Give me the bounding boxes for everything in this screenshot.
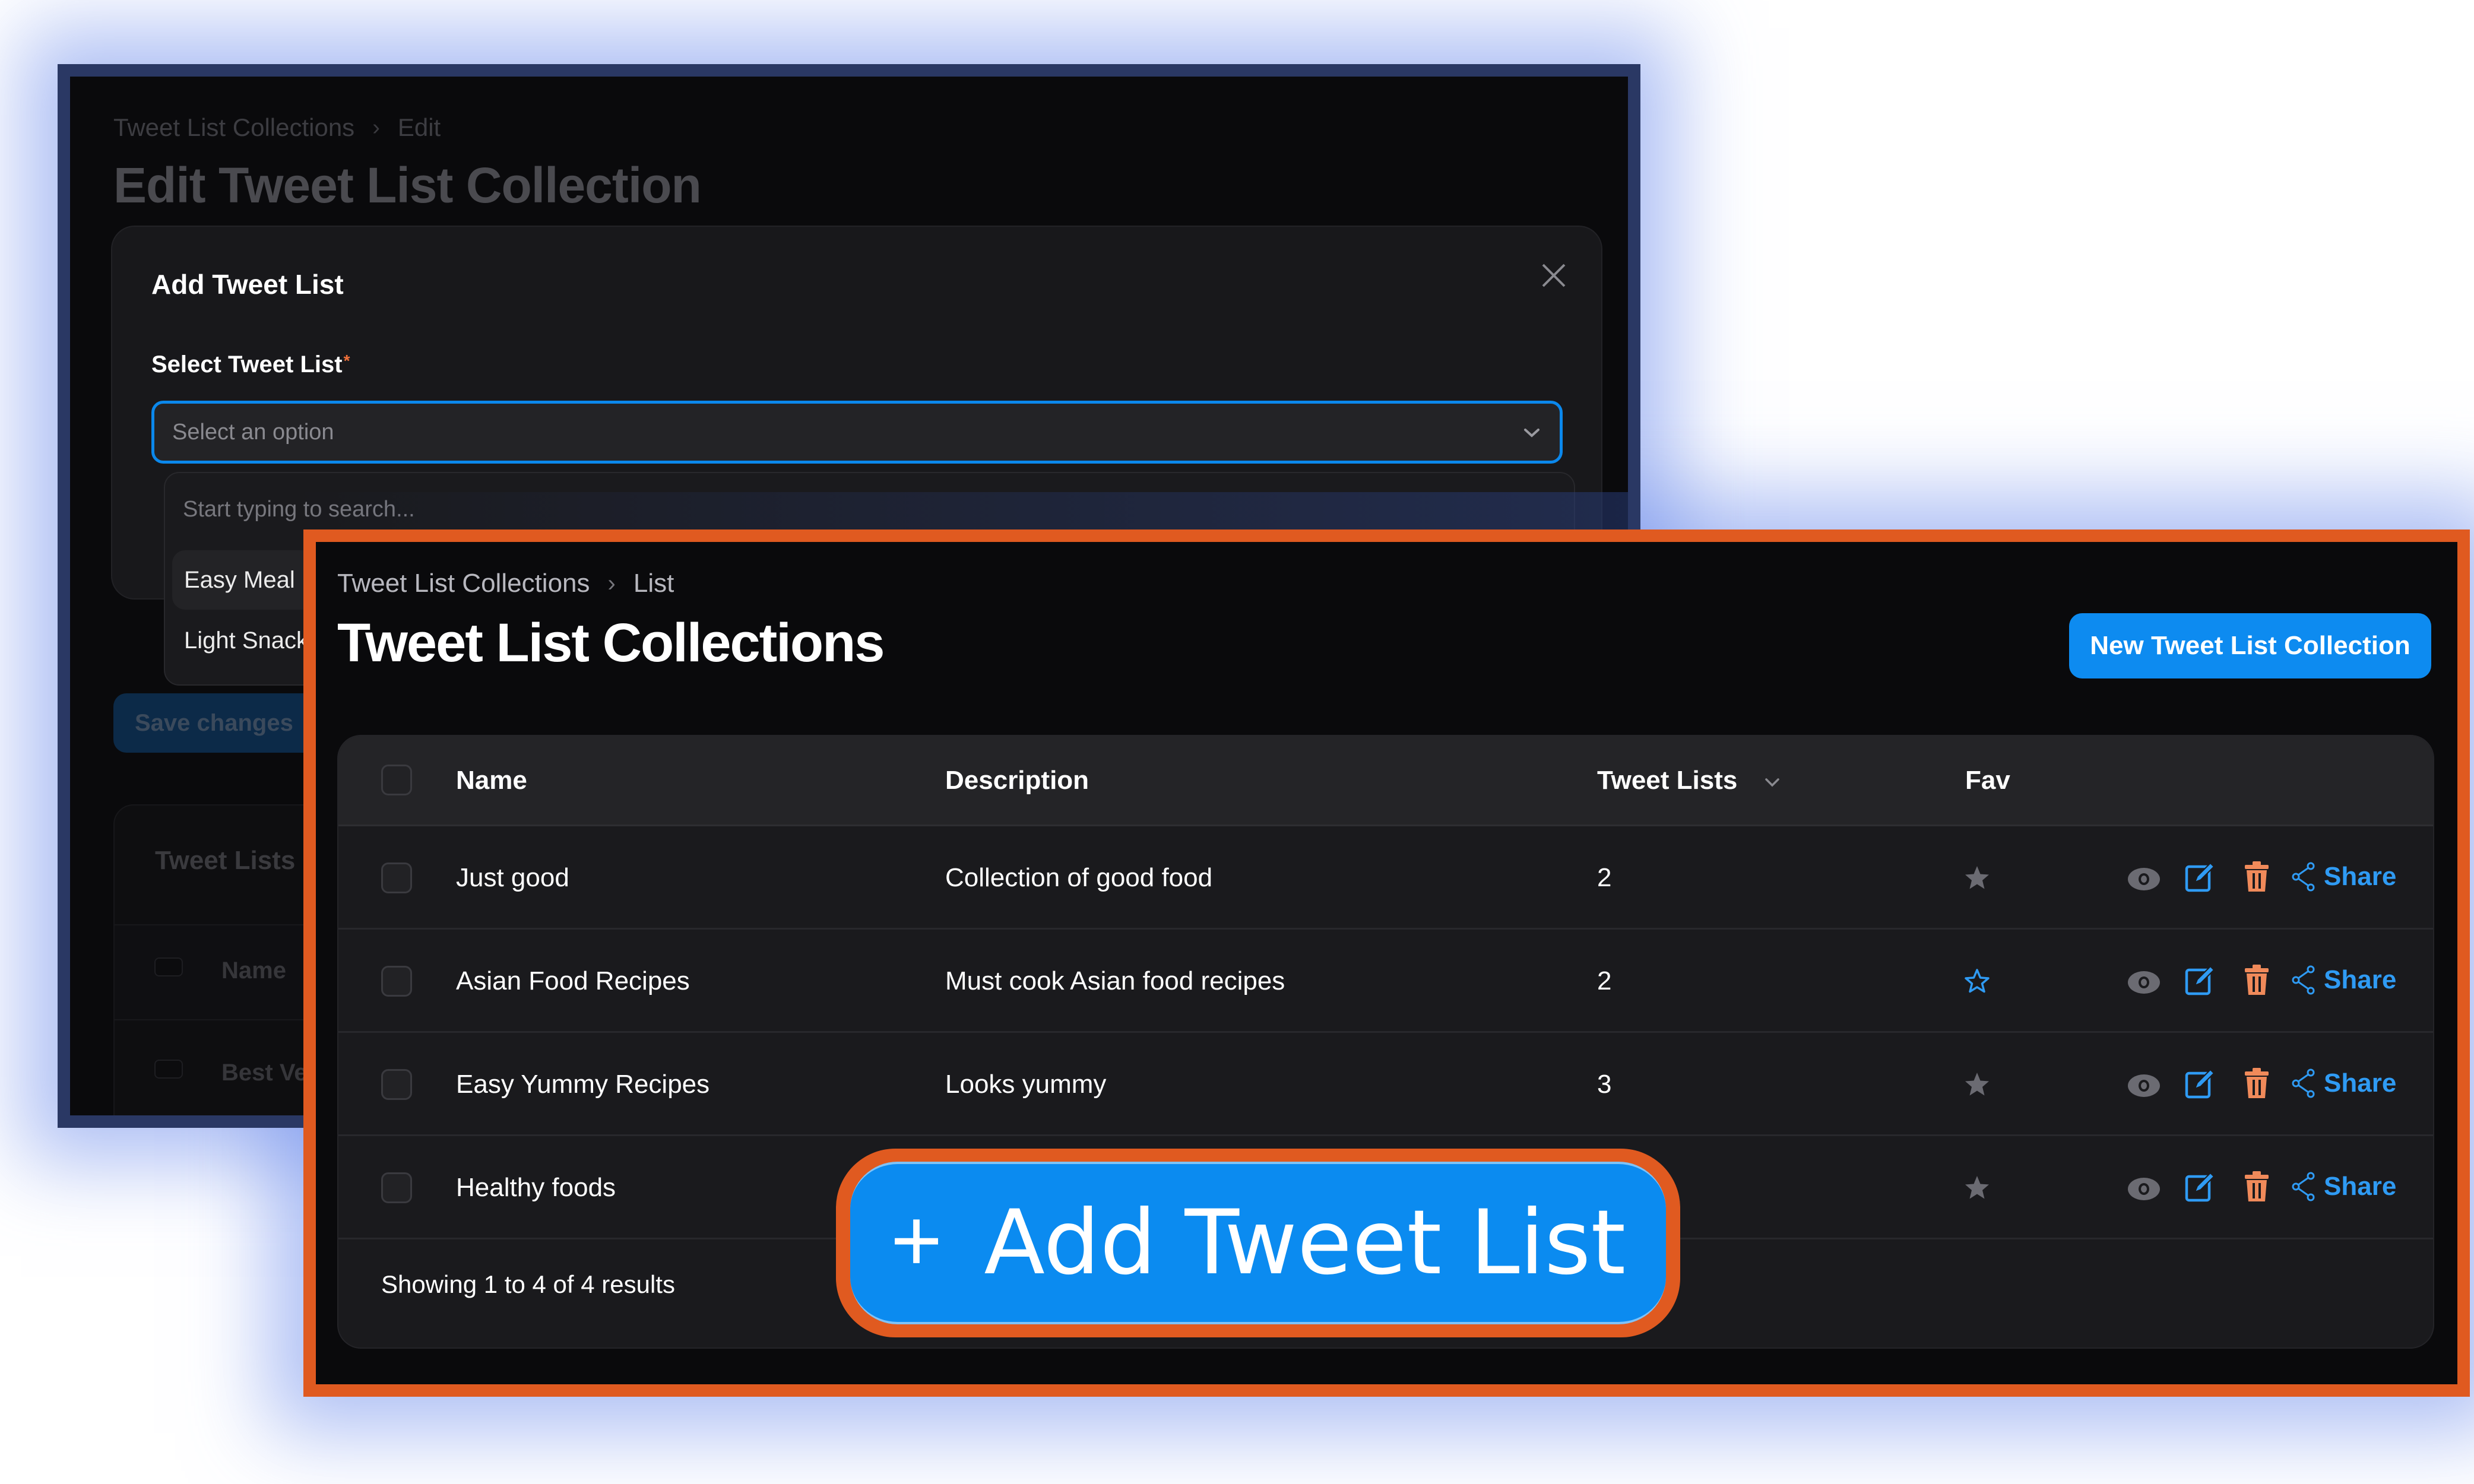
edit-icon[interactable] bbox=[2184, 965, 2215, 996]
share-icon bbox=[2292, 1068, 2315, 1098]
share-button[interactable]: Share bbox=[2292, 1171, 2396, 1203]
page-title: Tweet List Collections bbox=[337, 613, 885, 673]
trash-icon[interactable] bbox=[2244, 1171, 2270, 1203]
edit-icon[interactable] bbox=[2184, 862, 2215, 893]
field-label-text: Select Tweet List bbox=[151, 351, 343, 378]
chevron-right-icon: › bbox=[607, 570, 616, 597]
star-filled-icon[interactable] bbox=[1963, 864, 1991, 892]
share-label: Share bbox=[2324, 1068, 2397, 1098]
new-tweet-list-collection-button[interactable]: New Tweet List Collection bbox=[2069, 613, 2431, 678]
breadcrumb: Tweet List Collections › List bbox=[337, 569, 674, 598]
select-all-checkbox[interactable] bbox=[154, 957, 183, 976]
trash-icon[interactable] bbox=[2244, 1067, 2270, 1099]
sort-chevron-down-icon[interactable] bbox=[1763, 775, 1781, 789]
row-name: Healthy foods bbox=[456, 1173, 616, 1202]
star-filled-icon[interactable] bbox=[1963, 1071, 1991, 1098]
row-name: Asian Food Recipes bbox=[456, 966, 690, 995]
share-label: Share bbox=[2324, 1172, 2397, 1201]
row-tweet-lists-count: 2 bbox=[1597, 863, 1612, 892]
table-header: Name Description Tweet Lists Fav bbox=[338, 736, 2433, 826]
row-checkbox[interactable] bbox=[381, 1172, 412, 1203]
star-filled-icon[interactable] bbox=[1963, 1174, 1991, 1201]
column-header-name[interactable]: Name bbox=[456, 766, 527, 795]
option-label: Light Snack bbox=[184, 627, 309, 654]
eye-icon[interactable] bbox=[2126, 865, 2162, 893]
row-name: Easy Yummy Recipes bbox=[456, 1070, 710, 1099]
add-tweet-list-button[interactable]: + Add Tweet List bbox=[850, 1162, 1666, 1324]
breadcrumb-item-edit: Edit bbox=[397, 113, 441, 141]
column-header-tweet-lists[interactable]: Tweet Lists bbox=[1597, 766, 1737, 795]
row-checkbox[interactable] bbox=[381, 1069, 412, 1100]
modal-title: Add Tweet List bbox=[151, 269, 344, 300]
eye-icon[interactable] bbox=[2126, 969, 2162, 996]
share-button[interactable]: Share bbox=[2292, 861, 2396, 893]
row-description: Must cook Asian food recipes bbox=[945, 966, 1285, 995]
breadcrumb-item-collections[interactable]: Tweet List Collections bbox=[337, 569, 590, 598]
table-row[interactable]: Asian Food Recipes Must cook Asian food r… bbox=[338, 930, 2433, 1033]
row-description: Looks yummy bbox=[945, 1070, 1107, 1099]
trash-icon[interactable] bbox=[2244, 861, 2270, 893]
select-placeholder: Select an option bbox=[172, 419, 334, 445]
select-tweet-list-label: Select Tweet List* bbox=[151, 351, 350, 378]
trash-icon[interactable] bbox=[2244, 964, 2270, 996]
add-tweet-list-callout: + Add Tweet List bbox=[836, 1149, 1680, 1337]
column-header-fav[interactable]: Fav bbox=[1965, 766, 2010, 795]
row-tweet-lists-count: 3 bbox=[1597, 1070, 1612, 1099]
star-outline-icon[interactable] bbox=[1963, 968, 1991, 995]
pagination-summary: Showing 1 to 4 of 4 results bbox=[381, 1270, 675, 1298]
breadcrumb: Tweet List Collections › Edit bbox=[113, 113, 441, 142]
required-marker: * bbox=[343, 351, 350, 370]
row-tweet-lists-count: 2 bbox=[1597, 966, 1612, 995]
edit-icon[interactable] bbox=[2184, 1172, 2215, 1203]
dropdown-search-input[interactable]: Start typing to search... bbox=[183, 497, 415, 522]
breadcrumb-item-collections[interactable]: Tweet List Collections bbox=[113, 113, 354, 142]
column-header-name: Name bbox=[221, 957, 286, 984]
share-button[interactable]: Share bbox=[2292, 964, 2396, 996]
row-checkbox[interactable] bbox=[381, 966, 412, 997]
tweet-list-select[interactable]: Select an option bbox=[151, 401, 1563, 464]
chevron-right-icon: › bbox=[372, 115, 380, 140]
row-checkbox[interactable] bbox=[154, 1060, 183, 1079]
row-name: Best Ve bbox=[221, 1060, 308, 1086]
close-icon[interactable] bbox=[1539, 261, 1568, 290]
table-row[interactable]: Just good Collection of good food 2 Share bbox=[338, 826, 2433, 930]
edit-icon[interactable] bbox=[2184, 1068, 2215, 1099]
share-icon bbox=[2292, 1172, 2315, 1201]
share-label: Share bbox=[2324, 862, 2397, 891]
select-all-checkbox[interactable] bbox=[381, 765, 412, 795]
card-title: Tweet Lists bbox=[155, 846, 296, 875]
share-label: Share bbox=[2324, 965, 2397, 994]
row-description: Collection of good food bbox=[945, 863, 1213, 892]
share-icon bbox=[2292, 862, 2315, 892]
add-tweet-list-label: Add Tweet List bbox=[984, 1191, 1626, 1295]
page-title: Edit Tweet List Collection bbox=[113, 157, 702, 213]
save-changes-label: Save changes bbox=[135, 709, 293, 736]
option-label: Easy Meal P bbox=[184, 566, 318, 593]
plus-icon: + bbox=[890, 1190, 943, 1290]
row-checkbox[interactable] bbox=[381, 863, 412, 893]
breadcrumb-item-list: List bbox=[633, 569, 674, 598]
table-row[interactable]: Easy Yummy Recipes Looks yummy 3 Share bbox=[338, 1033, 2433, 1136]
new-button-label: New Tweet List Collection bbox=[2090, 631, 2410, 660]
share-icon bbox=[2292, 965, 2315, 995]
column-header-description[interactable]: Description bbox=[945, 766, 1089, 795]
chevron-down-icon bbox=[1524, 429, 1539, 437]
row-name: Just good bbox=[456, 863, 569, 892]
eye-icon[interactable] bbox=[2126, 1072, 2162, 1099]
share-button[interactable]: Share bbox=[2292, 1067, 2396, 1099]
eye-icon[interactable] bbox=[2126, 1175, 2162, 1203]
